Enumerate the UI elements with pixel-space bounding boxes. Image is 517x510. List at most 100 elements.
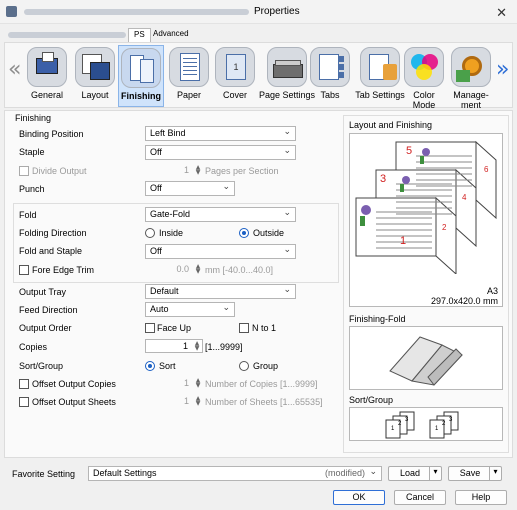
punch-label: Punch <box>19 184 45 194</box>
staple-select[interactable]: Off ⌄ <box>145 145 296 160</box>
toolbar-layout[interactable]: Layout <box>72 45 118 107</box>
page-number-3: 3 <box>380 173 386 185</box>
sort-radio[interactable] <box>145 361 155 371</box>
save-button-label: Save <box>459 468 481 478</box>
group-label: Group <box>253 361 279 371</box>
paper-icon <box>169 47 209 87</box>
toolbar-label: Manage- ment <box>453 90 489 110</box>
app-icon <box>6 6 17 17</box>
toolbar-color-mode[interactable]: Color Mode <box>401 45 447 110</box>
n-to-1-label: N to 1 <box>252 323 277 333</box>
page-settings-icon <box>267 47 307 87</box>
toolbar-label: Finishing <box>121 91 161 101</box>
group-radio[interactable] <box>239 361 249 371</box>
page-number-1: 1 <box>400 235 406 247</box>
fold-label: Fold <box>19 210 37 220</box>
folding-outside-radio[interactable] <box>239 228 249 238</box>
ok-button[interactable]: OK <box>333 490 385 505</box>
window-title: Properties <box>254 6 300 17</box>
sort-group-preview-title: Sort/Group <box>349 395 394 405</box>
spinner-arrows-icon: ▲ ▼ <box>195 263 201 275</box>
favorite-setting-select[interactable]: Default Settings (modified) ⌄ <box>88 466 382 481</box>
favorite-setting-value: Default Settings <box>93 468 157 478</box>
scroll-left-icon[interactable]: « <box>8 57 21 82</box>
n-to-1-checkbox[interactable] <box>239 323 249 333</box>
close-icon[interactable]: ✕ <box>496 5 507 21</box>
feed-direction-label: Feed Direction <box>19 305 78 315</box>
offset-output-copies-unit: Number of Copies [1...9999] <box>205 379 318 389</box>
load-dropdown-icon[interactable]: ▾ <box>429 467 441 480</box>
feed-direction-select[interactable]: Auto ⌄ <box>145 302 235 317</box>
bottom-bar: Favorite Setting Default Settings (modif… <box>0 462 517 510</box>
output-tray-select[interactable]: Default ⌄ <box>145 284 296 299</box>
staple-label: Staple <box>19 147 45 157</box>
tab-advanced[interactable]: Advanced <box>148 28 194 42</box>
folding-outside-label: Outside <box>253 228 285 238</box>
help-button[interactable]: Help <box>455 490 507 505</box>
chevron-down-icon: ⌄ <box>283 285 291 295</box>
spinner-arrows-icon: ▲ ▼ <box>194 340 200 352</box>
fold-and-staple-select[interactable]: Off ⌄ <box>145 244 296 259</box>
fold-value: Gate-Fold <box>150 209 191 219</box>
staple-value: Off <box>150 147 162 157</box>
cancel-button[interactable]: Cancel <box>394 490 446 505</box>
toolbar-cover[interactable]: 1 Cover <box>212 45 258 107</box>
punch-select[interactable]: Off ⌄ <box>145 181 235 196</box>
save-dropdown-icon[interactable]: ▾ <box>489 467 501 480</box>
folded-pages-illustration: 5 6 3 4 1 2 <box>355 140 497 276</box>
save-button[interactable]: Save ▾ <box>448 466 502 481</box>
offset-output-sheets-checkbox[interactable] <box>19 397 29 407</box>
output-order-label: Output Order <box>19 323 72 333</box>
scroll-right-icon[interactable]: » <box>496 57 509 82</box>
load-button[interactable]: Load ▾ <box>388 466 442 481</box>
offset-output-copies-checkbox[interactable] <box>19 379 29 389</box>
face-up-checkbox[interactable] <box>145 323 155 333</box>
chevron-down-icon: ⌄ <box>283 146 291 156</box>
feed-direction-value: Auto <box>150 304 169 314</box>
settings-panel: Finishing Binding Position Left Bind ⌄ St… <box>4 110 513 458</box>
toolbar-paper[interactable]: Paper <box>166 45 212 107</box>
copies-label: Copies <box>19 342 48 352</box>
folding-inside-radio[interactable] <box>145 228 155 238</box>
finishing-fold-title: Finishing-Fold <box>349 314 406 324</box>
spinner-arrows-icon: ▲ ▼ <box>195 377 201 389</box>
fold-select[interactable]: Gate-Fold ⌄ <box>145 207 296 222</box>
offset-output-sheets-label: Offset Output Sheets <box>32 397 116 407</box>
face-up-label: Face Up <box>157 323 192 333</box>
page-number-5: 5 <box>406 145 412 157</box>
output-tray-label: Output Tray <box>19 287 67 297</box>
layout-finishing-title: Layout and Finishing <box>349 120 433 130</box>
offset-output-copies-spinner[interactable]: 1 ▲ ▼ <box>145 377 203 391</box>
punch-value: Off <box>150 183 162 193</box>
folding-inside-label: Inside <box>159 228 184 238</box>
spinner-arrows-icon: ▲ ▼ <box>195 395 201 407</box>
toolbar-general[interactable]: General <box>24 45 70 107</box>
divide-output-spinner[interactable]: 1 ▲ ▼ <box>145 164 203 178</box>
binding-position-select[interactable]: Left Bind ⌄ <box>145 126 296 141</box>
printer-name-redacted <box>24 9 249 15</box>
fore-edge-trim-checkbox[interactable] <box>19 265 29 275</box>
toolbar-finishing[interactable]: Finishing <box>118 45 164 107</box>
fore-edge-trim-spinner[interactable]: 0.0 ▲ ▼ <box>145 263 203 277</box>
offset-output-sheets-spinner[interactable]: 1 ▲ ▼ <box>145 395 203 409</box>
general-icon <box>27 47 67 87</box>
toolbar-management[interactable]: Manage- ment <box>448 45 494 110</box>
offset-output-sheets-unit: Number of Sheets [1...65535] <box>205 397 323 407</box>
tabs-icon <box>310 47 350 87</box>
favorite-setting-label: Favorite Setting <box>12 469 76 479</box>
copies-spinner[interactable]: 1 ▲ ▼ <box>145 339 203 353</box>
toolbar-label: Cover <box>222 90 247 100</box>
binding-position-label: Binding Position <box>19 129 84 139</box>
divide-output-label: Divide Output <box>32 166 87 176</box>
toolbar-tabs[interactable]: Tabs <box>307 45 353 107</box>
function-toolbar: « General Layout Finishing Paper 1 Cover… <box>4 42 513 110</box>
cover-icon: 1 <box>215 47 255 87</box>
chevron-down-icon: ⌄ <box>283 127 291 137</box>
gate-fold-icon <box>389 336 463 386</box>
title-bar: Properties ✕ <box>0 0 517 24</box>
divide-output-checkbox[interactable] <box>19 166 29 176</box>
page-number-2: 2 <box>442 223 447 232</box>
toolbar-label: Layout <box>81 90 109 100</box>
folding-direction-label: Folding Direction <box>19 228 87 238</box>
tab-settings-icon <box>360 47 400 87</box>
